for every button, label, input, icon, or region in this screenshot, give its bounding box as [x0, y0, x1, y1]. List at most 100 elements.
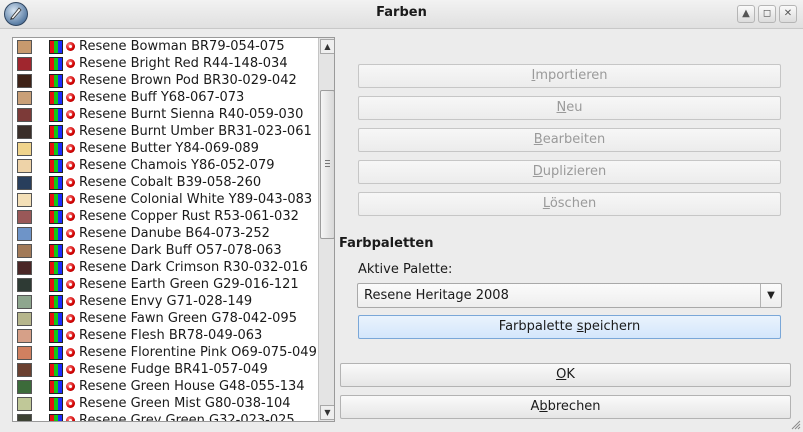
list-item[interactable]: Resene Green Mist G80-038-104: [13, 395, 318, 412]
cancel-label-pre: A: [530, 399, 540, 414]
rgb-icon: [49, 159, 63, 173]
color-swatch: [17, 193, 32, 207]
list-item[interactable]: Resene Envy G71-028-149: [13, 293, 318, 310]
grip-line: [325, 163, 330, 164]
delete-mnemonic: L: [542, 196, 550, 211]
color-swatch: [17, 278, 32, 292]
list-item[interactable]: Resene Chamois Y86-052-079: [13, 157, 318, 174]
list-item[interactable]: Resene Bowman BR79-054-075: [13, 38, 318, 55]
list-item[interactable]: Resene Butter Y84-069-089: [13, 140, 318, 157]
duplicate-button[interactable]: Duplizieren: [358, 160, 781, 184]
list-item[interactable]: Resene Danube B64-073-252: [13, 225, 318, 242]
color-name: Resene Colonial White Y89-043-083: [79, 192, 313, 207]
edit-button[interactable]: Bearbeiten: [358, 128, 781, 152]
spot-color-icon: [66, 314, 75, 323]
color-name: Resene Earth Green G29-016-121: [79, 277, 299, 292]
color-swatch: [17, 244, 32, 258]
color-swatch: [17, 91, 32, 105]
list-item[interactable]: Resene Colonial White Y89-043-083: [13, 191, 318, 208]
color-name: Resene Chamois Y86-052-079: [79, 158, 275, 173]
scroll-up-icon[interactable]: ▲: [320, 39, 334, 54]
rgb-icon: [49, 380, 63, 394]
color-list[interactable]: Resene Bowman BR79-054-075 Resene Bright …: [12, 37, 335, 422]
import-label-post: mportieren: [535, 68, 608, 83]
list-item[interactable]: Resene Dark Crimson R30-032-016: [13, 259, 318, 276]
list-item[interactable]: Resene Buff Y68-067-073: [13, 89, 318, 106]
spot-color-icon: [66, 76, 75, 85]
rgb-icon: [49, 108, 63, 122]
color-name: Resene Envy G71-028-149: [79, 294, 253, 309]
active-palette-label: Aktive Palette:: [358, 262, 453, 277]
minimize-icon[interactable]: ▲: [737, 5, 755, 23]
list-scrollbar[interactable]: ▲ ▼: [318, 38, 334, 421]
rgb-icon: [49, 278, 63, 292]
palette-select[interactable]: Resene Heritage 2008 ▼: [357, 283, 782, 308]
ok-button[interactable]: OK: [340, 363, 791, 387]
rgb-icon: [49, 329, 63, 343]
color-name: Resene Brown Pod BR30-029-042: [79, 73, 297, 88]
resize-grip-icon[interactable]: [791, 420, 801, 430]
list-item[interactable]: Resene Florentine Pink O69-075-049: [13, 344, 318, 361]
maximize-icon[interactable]: ◻: [758, 5, 776, 23]
list-item[interactable]: Resene Grey Green G32-023-025: [13, 412, 318, 421]
palettes-heading: Farbpaletten: [339, 236, 434, 251]
list-item[interactable]: Resene Fawn Green G78-042-095: [13, 310, 318, 327]
delete-button[interactable]: Löschen: [358, 192, 781, 216]
duplicate-label-post: uplizieren: [542, 164, 607, 179]
list-item[interactable]: Resene Dark Buff O57-078-063: [13, 242, 318, 259]
color-swatch: [17, 74, 32, 88]
list-item[interactable]: Resene Burnt Sienna R40-059-030: [13, 106, 318, 123]
color-swatch: [17, 329, 32, 343]
list-item[interactable]: Resene Flesh BR78-049-063: [13, 327, 318, 344]
list-item[interactable]: Resene Brown Pod BR30-029-042: [13, 72, 318, 89]
scroll-down-icon[interactable]: ▼: [320, 405, 334, 420]
cancel-label-post: brechen: [547, 399, 601, 414]
delete-label-post: öschen: [549, 196, 597, 211]
duplicate-mnemonic: D: [532, 164, 543, 179]
color-swatch: [17, 346, 32, 360]
list-item[interactable]: Resene Earth Green G29-016-121: [13, 276, 318, 293]
window-title: Farben: [376, 5, 427, 20]
color-name: Resene Danube B64-073-252: [79, 226, 270, 241]
spot-color-icon: [66, 297, 75, 306]
list-item[interactable]: Resene Copper Rust R53-061-032: [13, 208, 318, 225]
color-swatch: [17, 108, 32, 122]
spot-color-icon: [66, 110, 75, 119]
list-item[interactable]: Resene Bright Red R44-148-034: [13, 55, 318, 72]
list-item[interactable]: Resene Green House G48-055-134: [13, 378, 318, 395]
list-item[interactable]: Resene Fudge BR41-057-049: [13, 361, 318, 378]
rgb-icon: [49, 261, 63, 275]
rgb-icon: [49, 74, 63, 88]
color-name: Resene Green Mist G80-038-104: [79, 396, 291, 411]
edit-mnemonic: B: [533, 132, 543, 147]
rgb-icon: [49, 57, 63, 71]
list-item[interactable]: Resene Cobalt B39-058-260: [13, 174, 318, 191]
palette-select-value: Resene Heritage 2008: [364, 288, 509, 303]
close-icon[interactable]: ✕: [779, 5, 797, 23]
spot-color-icon: [66, 416, 75, 421]
import-button[interactable]: Importieren: [358, 64, 781, 88]
new-button[interactable]: Neu: [358, 96, 781, 120]
save-palette-mnemonic: s: [576, 319, 584, 334]
spot-color-icon: [66, 144, 75, 153]
new-mnemonic: N: [556, 100, 567, 115]
color-name: Resene Cobalt B39-058-260: [79, 175, 262, 190]
spot-color-icon: [66, 263, 75, 272]
color-name: Resene Dark Crimson R30-032-016: [79, 260, 308, 275]
rgb-icon: [49, 193, 63, 207]
save-palette-button[interactable]: Farbpalette speichern: [358, 315, 781, 339]
rgb-icon: [49, 227, 63, 241]
save-palette-label-pre: Farbpalette: [498, 319, 577, 334]
scroll-thumb[interactable]: [320, 90, 334, 239]
edit-label-post: earbeiten: [542, 132, 606, 147]
list-item[interactable]: Resene Burnt Umber BR31-023-061: [13, 123, 318, 140]
spot-color-icon: [66, 195, 75, 204]
rgb-icon: [49, 91, 63, 105]
chevron-down-icon[interactable]: ▼: [760, 284, 781, 307]
color-name: Resene Green House G48-055-134: [79, 379, 305, 394]
color-name: Resene Copper Rust R53-061-032: [79, 209, 299, 224]
spot-color-icon: [66, 59, 75, 68]
spot-color-icon: [66, 127, 75, 136]
color-swatch: [17, 176, 32, 190]
cancel-button[interactable]: Abbrechen: [340, 395, 791, 419]
